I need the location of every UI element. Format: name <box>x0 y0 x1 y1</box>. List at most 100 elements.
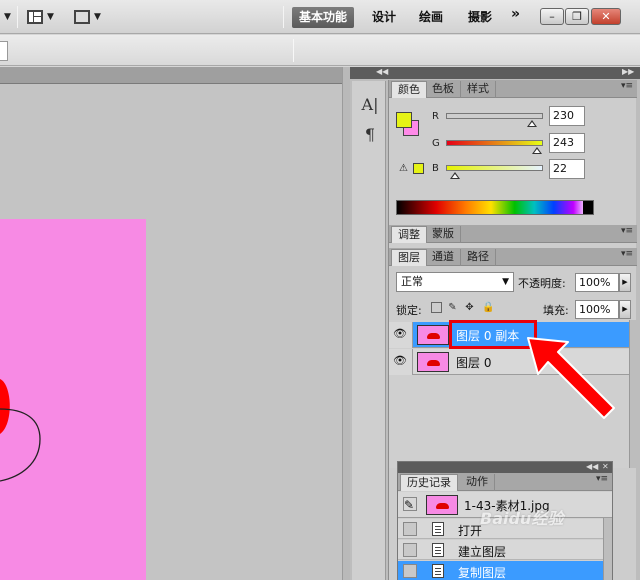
layers-scrollbar[interactable] <box>629 320 637 468</box>
tab-masks[interactable]: 蒙版 <box>426 226 461 243</box>
tab-channels[interactable]: 通道 <box>426 249 461 266</box>
annotation-arrow <box>527 337 615 419</box>
canvas-artwork <box>0 379 41 482</box>
history-step-label: 打开 <box>458 524 483 538</box>
r-slider-thumb[interactable] <box>527 120 537 127</box>
workspace-photography-button[interactable]: 摄影 <box>468 7 492 28</box>
r-value-input[interactable]: 230 <box>549 106 585 126</box>
options-bar <box>0 35 640 66</box>
visibility-toggle[interactable]: 👁 <box>389 349 413 375</box>
r-slider[interactable] <box>446 113 543 119</box>
fill-label: 填充: <box>543 304 569 317</box>
lock-transparency-icon[interactable] <box>431 302 442 313</box>
chevron-down-icon: ▼ <box>4 12 11 22</box>
opacity-label: 不透明度: <box>518 277 566 290</box>
workspace-painting-button[interactable]: 绘画 <box>419 7 443 28</box>
layer-thumbnail <box>417 352 449 372</box>
layer-thumbnail <box>417 325 449 345</box>
document-tab-bar[interactable] <box>0 67 342 84</box>
close-button[interactable]: ✕ <box>591 8 621 25</box>
lock-label: 锁定: <box>396 304 422 317</box>
tab-layers[interactable]: 图层 <box>391 249 427 266</box>
b-slider-thumb[interactable] <box>450 172 460 179</box>
restore-button[interactable]: ❐ <box>565 8 589 25</box>
eye-icon: 👁 <box>393 327 407 340</box>
image-canvas[interactable] <box>0 219 146 580</box>
color-tab-row: 颜色 色板 样式 ▾≡ <box>389 80 637 98</box>
red-shape <box>0 379 10 434</box>
fill-stepper-button[interactable]: ▶ <box>619 300 631 319</box>
launch-bridge-button[interactable]: ▼ <box>4 7 11 27</box>
blend-mode-value: 正常 <box>401 275 423 288</box>
panel-menu-icon[interactable]: ▾≡ <box>596 474 608 484</box>
fill-input[interactable]: 100% <box>575 300 619 319</box>
screen-mode-button[interactable]: ▼ <box>74 7 101 27</box>
opacity-input[interactable]: 100% <box>575 273 619 292</box>
more-workspaces-button[interactable]: » <box>511 6 520 22</box>
character-panel-icon[interactable]: A| <box>360 95 380 115</box>
vertical-scrollbar[interactable] <box>342 67 350 580</box>
snapshot-thumbnail <box>426 495 458 515</box>
history-source-checkbox[interactable] <box>403 543 417 557</box>
layer-name: 图层 0 <box>456 356 492 370</box>
history-step-icon <box>432 564 444 578</box>
visibility-toggle[interactable]: 👁 <box>389 322 413 348</box>
g-value-input[interactable]: 243 <box>549 133 585 153</box>
g-slider[interactable] <box>446 140 543 146</box>
history-brush-icon[interactable]: ✎ <box>403 497 417 512</box>
b-value-input[interactable]: 22 <box>549 159 585 179</box>
eye-icon: 👁 <box>393 354 407 367</box>
b-slider[interactable] <box>446 165 543 171</box>
foreground-color-swatch[interactable] <box>396 112 412 128</box>
collapse-icon[interactable]: ◀◀ <box>376 67 388 76</box>
chevron-down-icon: ▼ <box>94 12 101 22</box>
lock-pixels-icon[interactable]: ✎ <box>447 302 458 313</box>
workspace-essentials-button[interactable]: 基本功能 <box>292 7 355 28</box>
gamut-warning-icon: ⚠ <box>399 163 408 174</box>
history-step-row[interactable]: 复制图层 <box>398 561 603 580</box>
tab-adjustments[interactable]: 调整 <box>391 226 427 243</box>
lock-position-icon[interactable]: ✥ <box>464 302 475 313</box>
history-source-checkbox[interactable] <box>403 522 417 536</box>
tab-styles[interactable]: 样式 <box>461 81 496 98</box>
history-panel-header: ◀◀ ✕ <box>398 462 612 473</box>
gamut-color-swatch[interactable] <box>413 163 424 174</box>
tab-swatches[interactable]: 色板 <box>426 81 461 98</box>
tab-paths[interactable]: 路径 <box>461 249 496 266</box>
minimize-button[interactable]: – <box>540 8 564 25</box>
history-tab-row: 历史记录 动作 ▾≡ <box>398 473 612 491</box>
expand-icon[interactable]: ▶▶ <box>622 67 634 76</box>
layers-tab-row: 图层 通道 路径 ▾≡ <box>389 248 637 266</box>
tool-option-field[interactable] <box>0 41 8 61</box>
blend-mode-select[interactable]: 正常 ▼ <box>396 272 514 292</box>
panel-menu-icon[interactable]: ▾≡ <box>621 81 633 91</box>
b-label: B <box>432 163 439 174</box>
close-icon[interactable]: ✕ <box>602 462 609 471</box>
tab-color[interactable]: 颜色 <box>391 81 427 98</box>
history-source-checkbox[interactable] <box>403 564 417 578</box>
divider <box>283 6 284 28</box>
chevron-down-icon: ▼ <box>47 12 54 22</box>
tab-history[interactable]: 历史记录 <box>400 474 458 491</box>
opacity-stepper-button[interactable]: ▶ <box>619 273 631 292</box>
divider <box>293 39 294 62</box>
tab-actions[interactable]: 动作 <box>460 474 495 491</box>
arrange-documents-button[interactable]: ▼ <box>27 7 54 27</box>
collapse-icon[interactable]: ◀◀ <box>586 462 598 471</box>
panel-menu-icon[interactable]: ▾≡ <box>621 226 633 236</box>
screen-mode-icon <box>74 10 90 24</box>
document-window <box>0 67 350 580</box>
r-label: R <box>432 111 439 122</box>
history-step-label: 复制图层 <box>458 566 507 580</box>
arrow-shape <box>527 337 615 419</box>
g-label: G <box>432 138 440 149</box>
history-step-icon <box>432 543 444 557</box>
history-step-icon <box>432 522 444 536</box>
grid-icon <box>27 10 43 24</box>
lock-all-icon[interactable]: 🔒 <box>482 302 494 313</box>
g-slider-thumb[interactable] <box>532 147 542 154</box>
color-spectrum-bar[interactable] <box>396 200 594 215</box>
paragraph-panel-icon[interactable]: ¶ <box>360 125 380 145</box>
panel-menu-icon[interactable]: ▾≡ <box>621 249 633 259</box>
workspace-design-button[interactable]: 设计 <box>372 7 396 28</box>
